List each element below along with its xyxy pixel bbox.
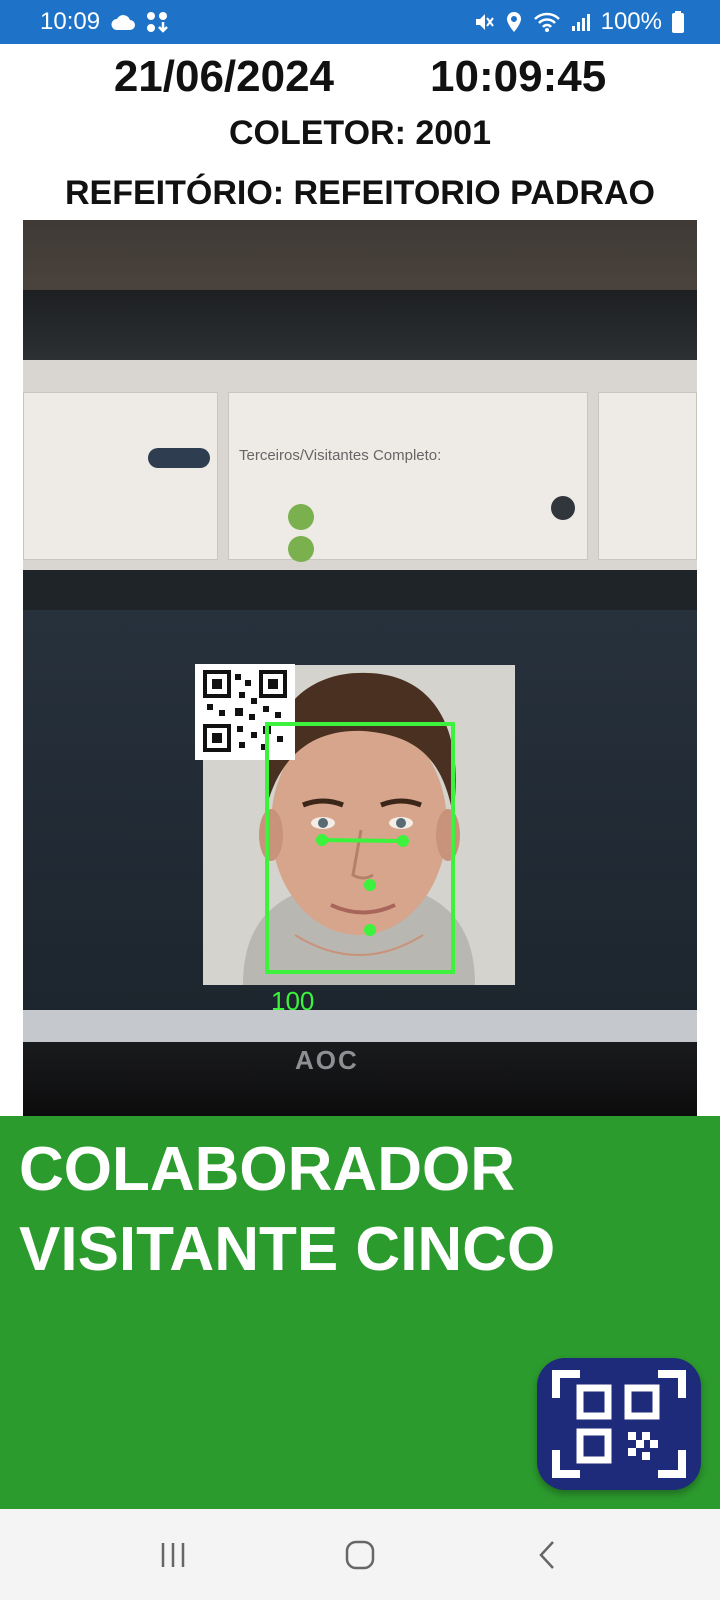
cloud-icon (110, 13, 136, 31)
navigation-bar (0, 1509, 720, 1600)
back-button[interactable] (517, 1525, 577, 1585)
person-name-label: COLABORADOR VISITANTE CINCO (19, 1135, 556, 1284)
mute-icon (473, 11, 495, 33)
wifi-icon (533, 11, 561, 33)
recent-apps-button[interactable] (143, 1525, 203, 1585)
status-right: 100% (473, 8, 684, 36)
back-icon (538, 1540, 554, 1569)
monitor-brand-label: AOC (295, 1045, 359, 1075)
network-share-icon (146, 11, 168, 33)
result-banner: COLABORADOR VISITANTE CINCO (0, 1116, 720, 1509)
location-icon (505, 11, 523, 33)
status-bar: 10:09 100% (0, 0, 720, 44)
camera-monitor-bottom (23, 1042, 697, 1116)
status-left: 10:09 (40, 8, 168, 36)
cafeteria-label: REFEITÓRIO: REFEITORIO PADRAO (65, 174, 655, 212)
time-label: 10:09:45 (430, 52, 607, 101)
date-label: 21/06/2024 (113, 52, 335, 101)
camera-taskbar (23, 1010, 697, 1042)
status-time: 10:09 (40, 8, 101, 35)
qr-scan-button[interactable] (537, 1358, 701, 1490)
camera-preview: Terceiros/Visitantes Completo: 100 AOC (23, 220, 697, 1116)
qr-code-scan-icon (552, 1370, 686, 1478)
signal-icon (571, 12, 591, 32)
datetime-row: 21/06/2024 10:09:45 (0, 52, 720, 108)
recent-apps-icon (162, 1542, 185, 1567)
face-landmarks (316, 834, 409, 936)
battery-percent: 100% (600, 8, 662, 35)
collector-label: COLETOR: 2001 (228, 114, 491, 152)
home-icon (345, 1540, 375, 1569)
battery-icon (672, 11, 684, 33)
home-button[interactable] (330, 1525, 390, 1585)
